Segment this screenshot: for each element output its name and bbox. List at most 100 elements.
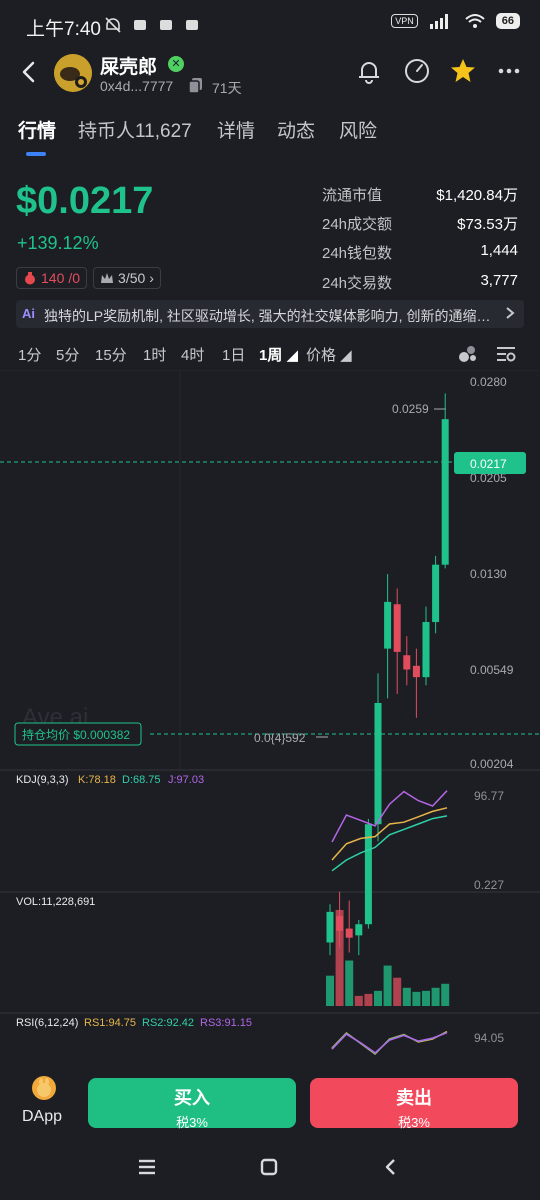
volume-bar	[441, 983, 450, 1006]
wifi-icon	[465, 14, 485, 28]
interval-1d[interactable]: 1日	[222, 344, 245, 365]
volume-bar	[345, 960, 354, 1006]
crown-icon	[101, 273, 114, 283]
back-arrow-icon[interactable]	[18, 58, 40, 86]
token-header: 屎壳郎 ✕ 0x4d...7777 71天	[0, 52, 540, 108]
volume-bar	[393, 977, 402, 1006]
volume-bar	[364, 993, 373, 1006]
buy-tax-label: 税3%	[176, 1115, 208, 1130]
sell-button-label: 卖出	[396, 1088, 432, 1108]
interval-15m[interactable]: 15分	[95, 344, 127, 365]
volume-bar	[335, 910, 344, 1006]
interval-selector: 1分 5分 15分 1时 4时 1日 1周 ◢ 价格 ◢	[0, 342, 540, 366]
dapp-label[interactable]: DApp	[22, 1108, 62, 1126]
tab-activity[interactable]: 动态	[277, 116, 315, 143]
tab-underline	[26, 152, 46, 156]
stat-row: 24h钱包数 1,444	[322, 242, 518, 262]
price-type-label: 价格	[306, 347, 337, 364]
gauge-icon[interactable]	[402, 56, 432, 86]
stat-label: 24h交易数	[322, 275, 393, 292]
rsi-axis-top: 94.05	[474, 1031, 504, 1045]
candle-body	[364, 824, 372, 925]
high-price-label: 0.0259	[392, 402, 429, 416]
status-bar: 上午7:40 VPN 66	[0, 0, 540, 52]
money-bag-badge[interactable]: 140/0	[16, 267, 88, 289]
interval-1m[interactable]: 1分	[18, 344, 41, 365]
bell-icon[interactable]	[354, 56, 384, 86]
tab-risk[interactable]: 风险	[339, 116, 377, 143]
rsi-1-label: RS1:94.75	[84, 1017, 136, 1029]
system-nav-bar	[0, 1140, 540, 1200]
money-bag-icon	[25, 272, 35, 285]
tab-details[interactable]: 详情	[217, 116, 255, 143]
buy-button[interactable]: 买入 税3%	[88, 1078, 296, 1130]
interval-4h[interactable]: 4时	[181, 344, 204, 365]
stat-label: 24h钱包数	[322, 245, 393, 262]
indicator-icon[interactable]	[456, 342, 480, 366]
sell-button[interactable]: 卖出 税3%	[310, 1078, 518, 1130]
volume-bar	[412, 991, 421, 1006]
interval-1w-label: 1周	[259, 347, 283, 364]
stat-row: 24h成交额 $73.53万	[322, 213, 518, 233]
ai-intro-banner[interactable]: Ai 独特的LP奖励机制, 社区驱动增长, 强大的社交媒体影响力, 创新的通缩…	[16, 300, 524, 328]
stat-value: $1,420.84万	[436, 187, 518, 204]
candle-body	[326, 911, 334, 943]
kdj-d-label: D:68.75	[122, 774, 161, 786]
chevron-right-icon	[506, 307, 515, 319]
home-icon[interactable]	[258, 1156, 280, 1178]
token-address: 0x4d...7777	[100, 78, 174, 94]
y-tick-label: 0.0280	[470, 375, 507, 389]
badge-count-left: 140	[41, 270, 65, 286]
trade-bar: DApp 买入 税3% 卖出 税3%	[0, 1068, 540, 1140]
rank-badge[interactable]: 3/50 ›	[93, 267, 161, 289]
stat-row: 流通市值 $1,420.84万	[322, 184, 518, 204]
candle-body	[412, 665, 420, 678]
vol-title: VOL:11,228,691	[16, 896, 95, 908]
volume-bar	[374, 990, 382, 1006]
system-icons: VPN 66	[391, 12, 520, 30]
token-name: 屎壳郎	[100, 57, 158, 78]
intro-text: 独特的LP奖励机制, 社区驱动增长, 强大的社交媒体影响力, 创新的通缩…	[44, 308, 491, 324]
candle-body	[384, 601, 392, 649]
status-time: 上午7:40	[26, 19, 101, 40]
kdj-axis-bottom: 0.227	[474, 878, 504, 892]
price-type-dropdown[interactable]: 价格 ◢	[306, 344, 352, 365]
kdj-j-label: J:97.03	[168, 774, 204, 786]
rsi-lines	[331, 1030, 448, 1055]
price-change: +139.12%	[17, 233, 99, 253]
back-icon[interactable]	[380, 1156, 402, 1178]
menu-icon[interactable]	[136, 1156, 158, 1178]
y-tick-label: 0.0130	[470, 567, 507, 581]
volume-bar	[402, 987, 411, 1006]
current-price-tag-label: 0.0217	[470, 457, 507, 471]
chart-settings-icon[interactable]	[494, 342, 518, 366]
candle-body	[432, 564, 440, 623]
copy-icon[interactable]	[187, 76, 205, 94]
tab-market[interactable]: 行情	[18, 116, 56, 143]
rsi-2-label: RS2:92.42	[142, 1017, 194, 1029]
tab-bar: 行情 持币人11,627 详情 动态 风险	[0, 116, 540, 160]
chevron-right-icon: ›	[149, 270, 154, 286]
volume-bar	[354, 995, 363, 1006]
star-icon[interactable]	[448, 56, 478, 86]
interval-5m[interactable]: 5分	[56, 344, 79, 365]
rsi-title: RSI(6,12,24)	[16, 1017, 78, 1029]
mute-icon	[105, 17, 121, 33]
kdj-lines	[331, 790, 448, 872]
battery-icon: 66	[495, 13, 520, 29]
price-chart[interactable]: Ave.ai 0.0280 0.0205 0.0130 0.00549 0.00…	[0, 370, 540, 1065]
stat-row: 24h交易数 3,777	[322, 272, 518, 292]
interval-1w[interactable]: 1周 ◢	[259, 344, 298, 365]
volume-bars	[326, 910, 450, 1006]
stat-value: 1,444	[480, 242, 518, 259]
more-icon[interactable]	[494, 56, 524, 86]
tab-holders[interactable]: 持币人11,627	[78, 116, 192, 143]
dapp-icon[interactable]	[32, 1076, 56, 1100]
volume-bar	[431, 987, 440, 1006]
interval-1h[interactable]: 1时	[143, 344, 166, 365]
app-notification-icon	[134, 20, 146, 30]
signal-icon	[429, 14, 448, 29]
current-price: $0.0217	[16, 180, 154, 222]
volume-bar	[422, 990, 430, 1006]
token-age: 71天	[212, 80, 242, 96]
